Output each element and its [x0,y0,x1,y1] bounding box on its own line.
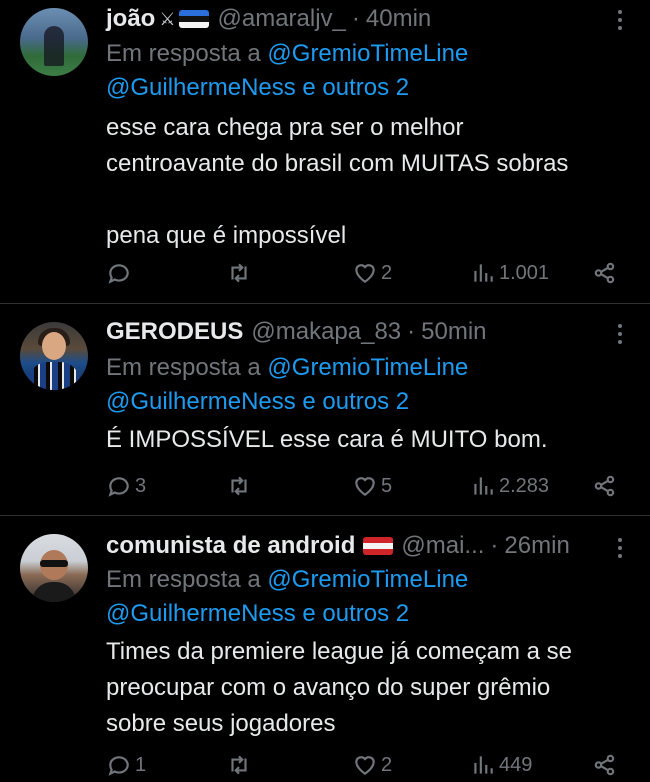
separator-dot: · [407,318,416,345]
heart-icon [355,756,375,775]
tweet-text: esse cara chega pra ser o melhor centroa… [106,114,569,249]
share-icon [594,475,615,497]
reply-prefix: Em resposta a [106,354,261,381]
reply-prefix: Em resposta a [106,40,261,67]
reply-to-link[interactable]: @GremioTimeLine [267,40,468,67]
austria-flag-icon [363,537,394,555]
heart-icon [355,264,375,283]
reply-context: Em resposta a @GremioTimeLine [106,37,468,71]
retweet-icon [231,755,247,775]
reply-context: Em resposta a @GremioTimeLine [106,563,468,597]
user-handle[interactable]: @makapa_83 [251,318,401,346]
share-button[interactable] [592,256,618,290]
reply-count: 1 [135,753,147,776]
retweet-button[interactable] [226,469,255,503]
reply-count: 3 [135,474,147,497]
views-icon [474,477,493,495]
display-name[interactable]: GERODEUS [106,318,243,346]
reply-icon [108,264,129,284]
mentions-link[interactable]: @GuilhermeNess e outros 2 [106,597,409,631]
like-count: 2 [381,261,393,284]
separator-dot: · [351,5,360,32]
views-button[interactable]: 1.001 [470,256,549,290]
retweet-icon [231,263,247,283]
share-button[interactable] [592,469,618,503]
user-handle[interactable]: @mai... [401,532,484,560]
timestamp[interactable]: 50min [421,318,486,346]
avatar[interactable] [20,322,88,390]
more-icon[interactable] [612,536,628,560]
more-icon[interactable] [612,322,628,346]
retweet-button[interactable] [226,748,255,782]
views-count: 449 [499,753,533,776]
like-button[interactable]: 5 [352,469,392,503]
share-icon [594,262,615,284]
reply-icon [108,477,129,497]
share-icon [594,754,615,776]
like-button[interactable]: 2 [352,748,392,782]
views-icon [474,756,493,774]
reply-button[interactable]: 3 [106,469,146,503]
share-button[interactable] [592,748,618,782]
retweet-button[interactable] [226,256,255,290]
like-button[interactable]: 2 [352,256,392,290]
mentions-link[interactable]: @GuilhermeNess e outros 2 [106,71,409,105]
user-handle[interactable]: @amaraljv_ [217,5,345,33]
reply-to-link[interactable]: @GremioTimeLine [267,566,468,593]
tweet-text: É IMPOSSÍVEL esse cara é MUITO bom. [106,426,548,453]
display-name[interactable]: joão [106,5,155,33]
views-count: 1.001 [499,261,550,284]
reply-to-link[interactable]: @GremioTimeLine [267,354,468,381]
mentions-link[interactable]: @GuilhermeNess e outros 2 [106,385,409,419]
reply-button[interactable] [106,256,135,290]
reply-icon [108,756,129,776]
reply-button[interactable]: 1 [106,748,146,782]
action-bar: 3 5 2.283 [0,469,650,503]
tweet-header: comunista de android @mai... · 26min [106,530,570,562]
reply-prefix: Em resposta a [106,566,261,593]
swords-emoji-icon: ⚔ [159,8,176,29]
like-count: 2 [381,753,393,776]
tweet-header: GERODEUS @makapa_83 · 50min [106,316,487,348]
tweet-header: joão ⚔ @amaraljv_ · 40min [106,3,431,35]
views-button[interactable]: 2.283 [470,469,549,503]
more-icon[interactable] [612,8,628,32]
views-count: 2.283 [499,474,550,497]
timestamp[interactable]: 26min [504,532,569,560]
views-icon [474,264,493,282]
heart-icon [355,477,375,496]
like-count: 5 [381,474,393,497]
timestamp[interactable]: 40min [366,5,431,33]
avatar[interactable] [20,534,88,602]
retweet-icon [231,476,247,496]
display-name[interactable]: comunista de android [106,532,355,560]
separator-dot: · [490,532,499,559]
views-button[interactable]: 449 [470,748,532,782]
action-bar: 2 1.001 [0,256,650,290]
action-bar: 1 2 449 [0,748,650,782]
avatar[interactable] [20,8,88,76]
estonia-flag-icon [179,10,210,28]
reply-context: Em resposta a @GremioTimeLine [106,351,468,385]
tweet-text: Times da premiere league já começam a se… [106,638,572,737]
